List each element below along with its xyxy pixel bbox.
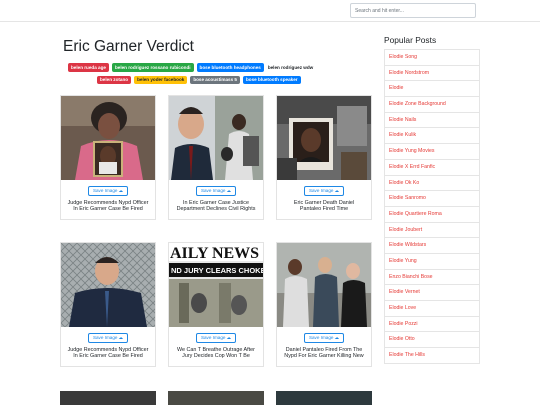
popular-post-link[interactable]: Elodie Kulik: [385, 128, 479, 145]
search-input[interactable]: [350, 3, 476, 18]
image-card: AILY NEWS ND JURY CLEARS CHOKE C Save Im…: [168, 242, 264, 367]
card-image[interactable]: AILY NEWS ND JURY CLEARS CHOKE C: [169, 243, 263, 327]
image-card: Save Image☁ Eric Garner Death Daniel Pan…: [276, 95, 372, 220]
image-card-partial[interactable]: [60, 391, 156, 405]
image-card-partial[interactable]: [168, 391, 264, 405]
card-caption[interactable]: Daniel Pantaleo Fired From The Nypd For …: [277, 343, 371, 366]
tag-link[interactable]: belen rueda age: [68, 63, 109, 72]
card-caption[interactable]: In Eric Garner Case Justice Department D…: [169, 196, 263, 219]
popular-post-link[interactable]: Elodie Vernet: [385, 285, 479, 301]
card-image[interactable]: [277, 243, 371, 327]
save-image-button[interactable]: Save Image☁: [196, 333, 236, 343]
popular-post-link[interactable]: Elodie: [385, 81, 479, 98]
popular-post-link[interactable]: Enzo Bianchi Bose: [385, 270, 479, 286]
popular-post-link[interactable]: Elodie Nails: [385, 113, 479, 129]
save-image-button[interactable]: Save Image☁: [196, 186, 236, 196]
card-image[interactable]: [61, 96, 155, 180]
tag-link[interactable]: belen rodriguez rossano rubicondi: [111, 63, 194, 72]
popular-post-link[interactable]: Elodie The Hills: [385, 348, 479, 364]
popular-post-link[interactable]: Elodie Song: [385, 50, 479, 66]
popular-post-link[interactable]: Elodie Yung Movies: [385, 144, 479, 160]
tag-link[interactable]: bose bluetooth speaker: [242, 75, 301, 84]
popular-post-link[interactable]: Elodie Ok Ko: [385, 176, 479, 192]
newspaper-headline: ND JURY CLEARS CHOKE C: [171, 266, 263, 275]
popular-post-link[interactable]: Elodie Zone Background: [385, 97, 479, 113]
tag-row: belen rueda age belen rodriguez rossano …: [68, 63, 368, 72]
image-card: Save Image☁ Judge Recommends Nypd Office…: [60, 242, 156, 367]
popular-post-link[interactable]: Elodie Love: [385, 301, 479, 317]
card-caption[interactable]: We Can T Breathe Outrage After Jury Deci…: [169, 343, 263, 366]
popular-post-link[interactable]: Elodie Quartiere Roma: [385, 207, 479, 223]
tag-link[interactable]: bose bluetooth headphones: [196, 63, 264, 72]
popular-posts-sidebar: Popular Posts Elodie Song Elodie Nordstr…: [384, 35, 480, 364]
page-title: Eric Garner Verdict: [63, 38, 194, 55]
popular-post-link[interactable]: Elodie Wildstars: [385, 238, 479, 254]
popular-post-link[interactable]: Elodie Nordstrom: [385, 66, 479, 82]
tag-link[interactable]: belen yoder facebook: [134, 75, 188, 84]
popular-post-link[interactable]: Elodie Joubert: [385, 223, 479, 239]
card-caption[interactable]: Judge Recommends Nypd Officer In Eric Ga…: [61, 343, 155, 366]
save-image-button[interactable]: Save Image☁: [88, 333, 128, 343]
popular-post-link[interactable]: Elodie Pozzi: [385, 317, 479, 333]
top-bar: [0, 0, 540, 22]
save-image-button[interactable]: Save Image☁: [304, 186, 344, 196]
card-image[interactable]: [277, 96, 371, 180]
sidebar-title: Popular Posts: [384, 35, 437, 45]
popular-post-link[interactable]: Elodie Otto: [385, 332, 479, 349]
tag-link[interactable]: belen zotano: [97, 75, 132, 84]
tag-row: belen zotano belen yoder facebook bose a…: [68, 75, 368, 84]
tag-link[interactable]: belen rodriguez wdw: [267, 63, 316, 72]
newspaper-masthead: AILY NEWS: [170, 245, 259, 262]
popular-post-link[interactable]: Elodie Yung: [385, 254, 479, 270]
popular-posts-list: Elodie Song Elodie Nordstrom Elodie Elod…: [384, 49, 480, 364]
save-image-button[interactable]: Save Image☁: [88, 186, 128, 196]
card-image[interactable]: [169, 96, 263, 180]
image-card: Save Image☁ Judge Recommends Nypd Office…: [60, 95, 156, 220]
card-image[interactable]: [61, 243, 155, 327]
tag-link[interactable]: bose acoustimass 5: [190, 75, 240, 84]
tag-cloud: belen rueda age belen rodriguez rossano …: [68, 63, 368, 88]
popular-post-link[interactable]: Elodie X Errd Fanfic: [385, 160, 479, 176]
popular-post-link[interactable]: Elodie Sanromo: [385, 191, 479, 207]
save-image-button[interactable]: Save Image☁: [304, 333, 344, 343]
card-caption[interactable]: Judge Recommends Nypd Officer In Eric Ga…: [61, 196, 155, 219]
image-card-partial[interactable]: [276, 391, 372, 405]
card-caption[interactable]: Eric Garner Death Daniel Pantaleo Fired …: [277, 196, 371, 219]
image-card: Save Image☁ Daniel Pantaleo Fired From T…: [276, 242, 372, 367]
image-card: Save Image☁ In Eric Garner Case Justice …: [168, 95, 264, 220]
